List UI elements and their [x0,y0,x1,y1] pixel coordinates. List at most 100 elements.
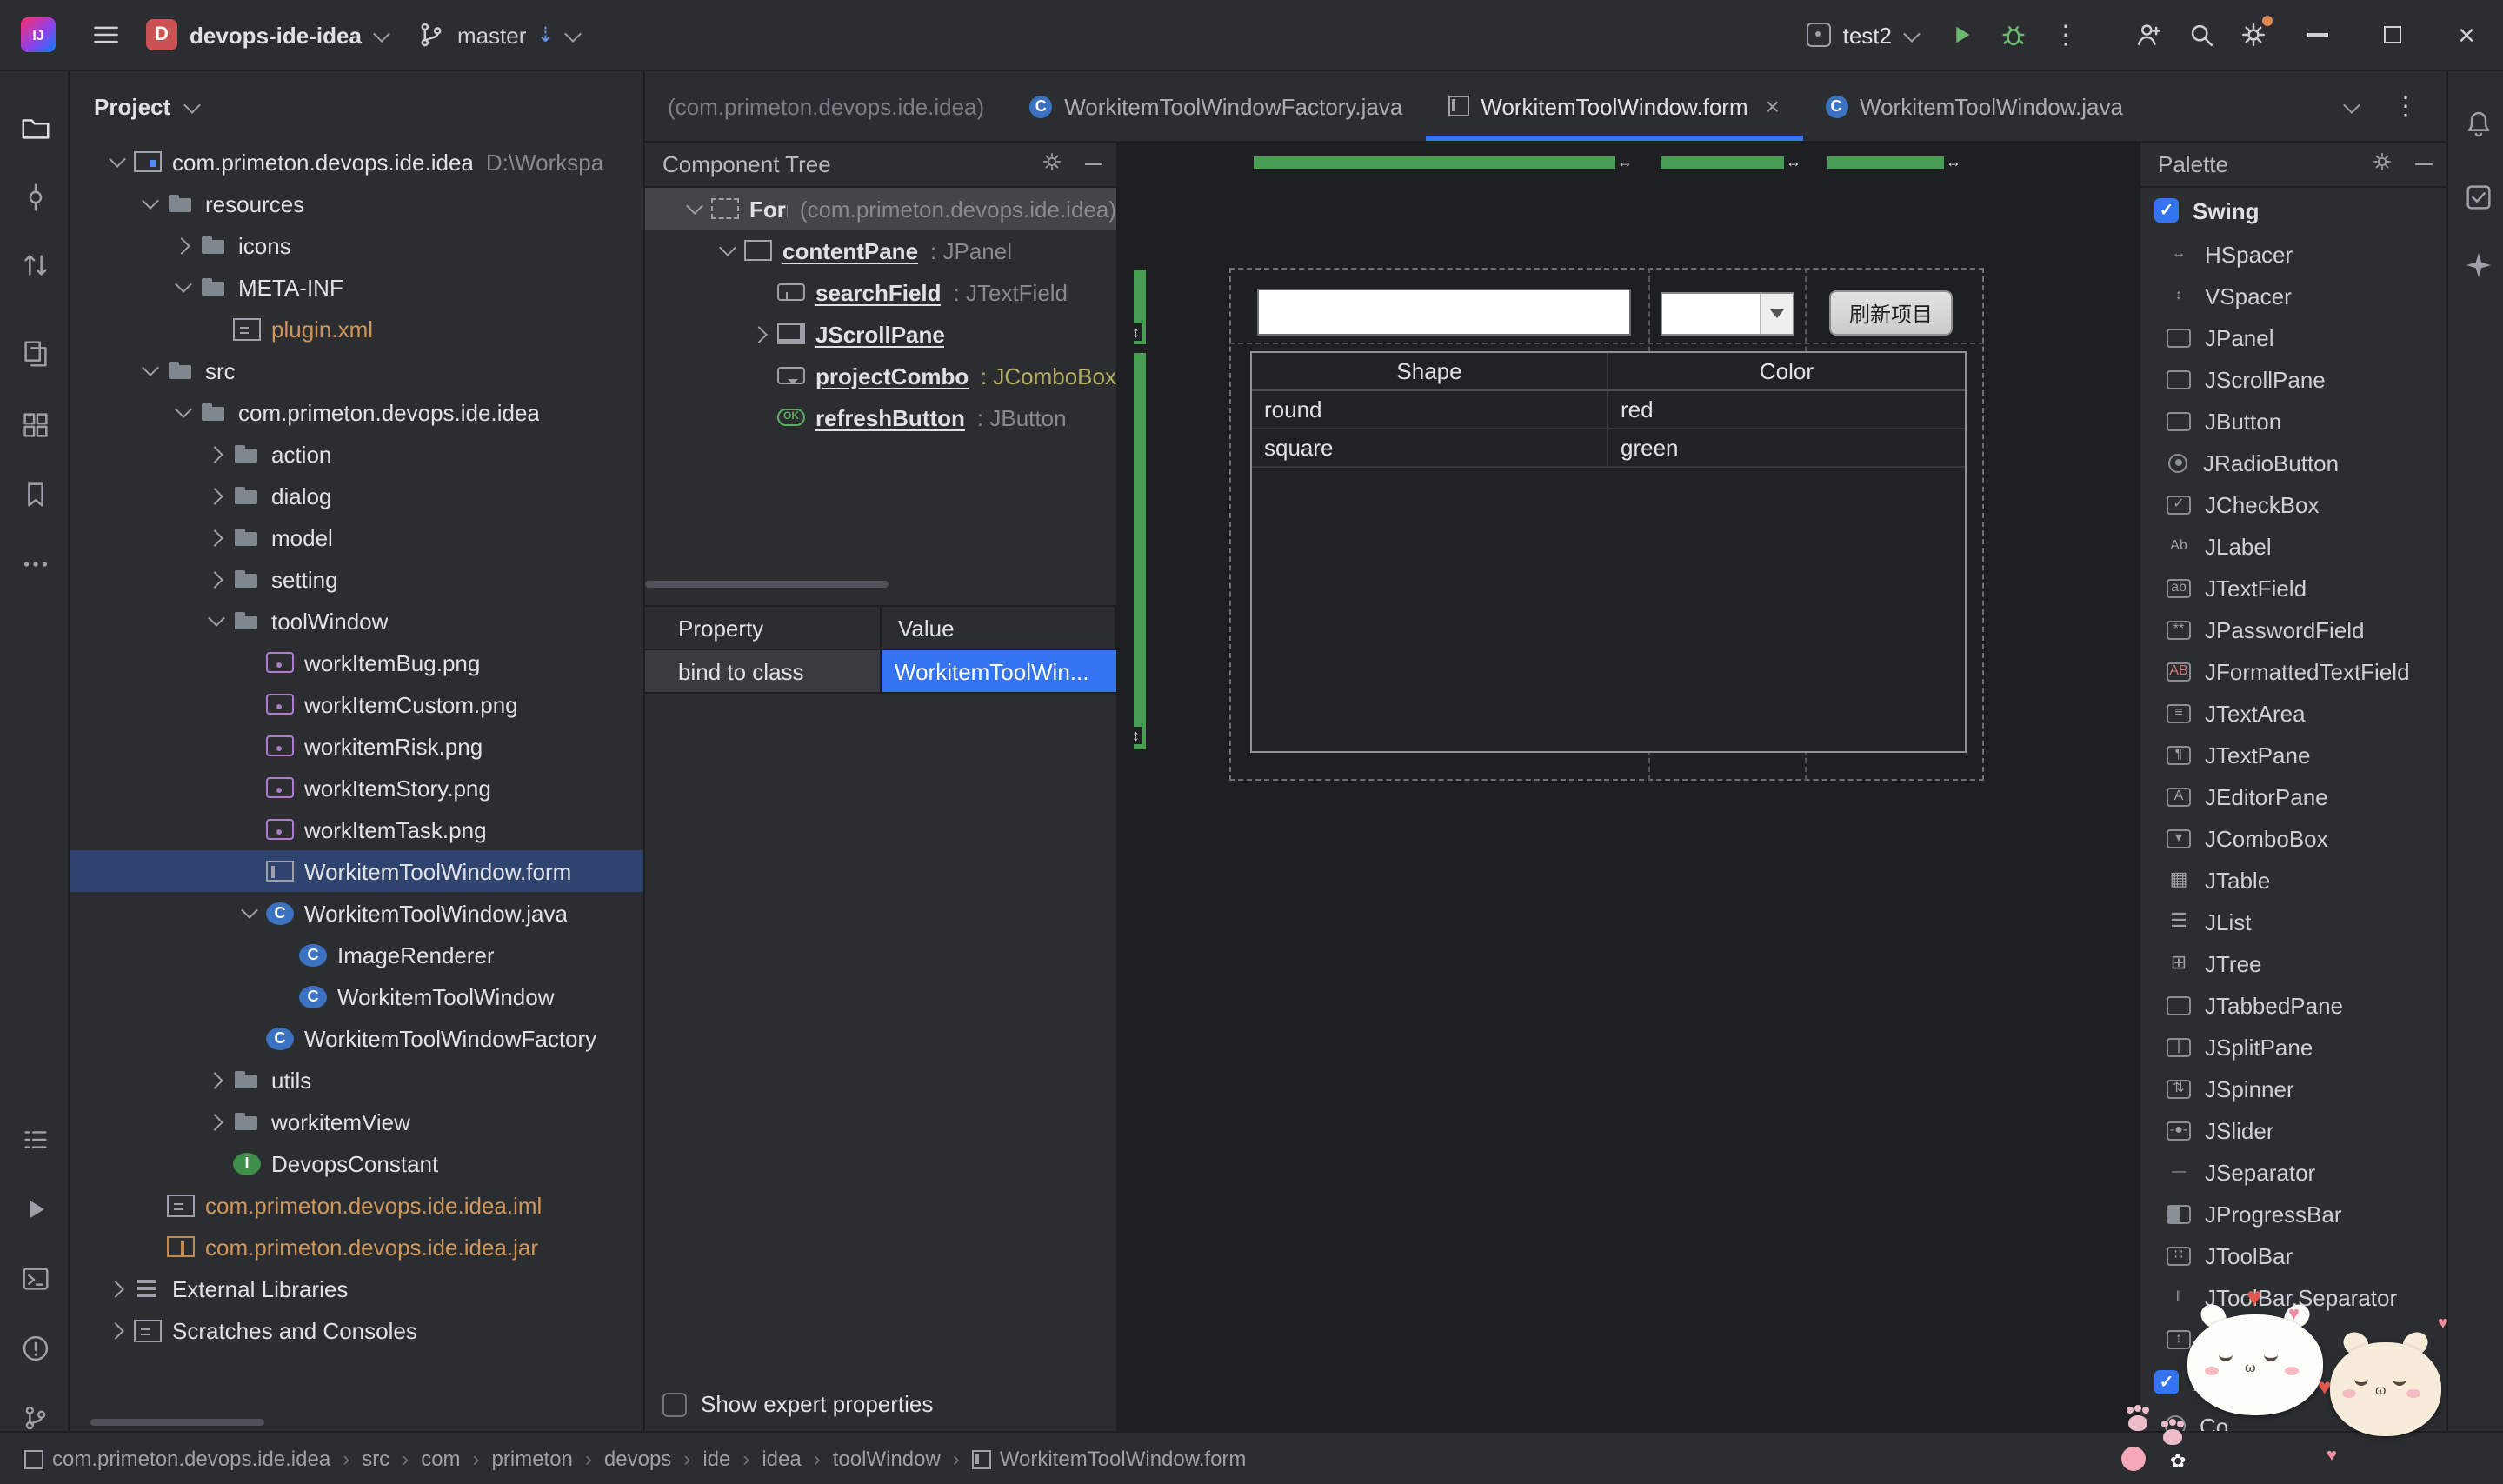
search-textfield-component[interactable] [1257,289,1631,336]
maximize-button[interactable] [2354,0,2429,70]
bookmarks-icon[interactable] [14,473,56,515]
palette-item-jbutton[interactable]: JButton [2140,400,2446,442]
breadcrumb-item[interactable]: primeton [492,1447,573,1471]
refresh-button-component[interactable]: 刷新项目 [1829,290,1953,336]
hide-panel-icon[interactable] [2415,163,2433,166]
run-config-selector[interactable]: test2 [1807,22,1918,48]
pull-requests-icon[interactable] [14,243,56,285]
palette-item-jtextpane[interactable]: ¶JTextPane [2140,734,2446,775]
packages-icon[interactable] [14,403,56,445]
palette-item-jscrollpane[interactable]: JScrollPane [2140,358,2446,400]
breadcrumb-item[interactable]: idea [762,1447,801,1471]
run-icon[interactable] [14,1188,56,1229]
palette-item-jtoolbar[interactable]: ∷JToolBar [2140,1234,2446,1276]
palette-item-jcheckbox[interactable]: ✓JCheckBox [2140,483,2446,525]
table-column-header[interactable]: Shape [1252,353,1608,389]
tree-row[interactable]: dialog [70,475,643,516]
breadcrumb-item[interactable]: devops [604,1447,671,1471]
tree-row[interactable]: com.primeton.devops.ide.ideaD:\Workspa [70,141,643,183]
palette-item-jspinner[interactable]: ⇅JSpinner [2140,1068,2446,1109]
project-selector[interactable]: D devops-ide-idea [132,9,402,61]
form-designer-canvas[interactable]: ↔ ↔ ↔ ↕ ↕ 刷新项目 ShapeColorroundredsquareg… [1118,143,2140,1431]
breadcrumb-item[interactable]: ide [702,1447,730,1471]
tree-row[interactable]: com.primeton.devops.ide.idea.iml [70,1184,643,1226]
tree-row[interactable]: WorkitemToolWindow [70,975,643,1017]
tree-row[interactable]: model [70,516,643,558]
table-row[interactable]: squaregreen [1252,429,1965,468]
tree-row[interactable]: workItemTask.png [70,809,643,850]
tree-row[interactable]: workItemBug.png [70,642,643,683]
resize-handle-icon[interactable]: ↕ [1130,727,1142,744]
palette-item-jseparator[interactable]: —JSeparator [2140,1151,2446,1193]
editor-tab[interactable]: CWorkitemToolWindow.java [1802,71,2146,141]
breadcrumb-item[interactable]: com [421,1447,460,1471]
tree-row[interactable]: utils [70,1059,643,1101]
palette-item-jpanel[interactable]: JPanel [2140,316,2446,358]
terminal-icon[interactable] [14,1257,56,1299]
editor-tab[interactable]: (com.primeton.devops.ide.idea) [645,71,1007,141]
palette-item-jtextfield[interactable]: abJTextField [2140,567,2446,609]
tree-row[interactable]: setting [70,558,643,600]
branch-selector[interactable]: master ⇣ [402,9,593,61]
editor-tab[interactable]: CWorkitemToolWindowFactory.java [1007,71,1425,141]
breadcrumb-item[interactable]: com.primeton.devops.ide.idea [24,1447,330,1471]
project-panel-header[interactable]: Project [70,71,643,141]
palette-group-swing[interactable]: ✓Swing [2140,188,2446,233]
palette-item-jeditorpane[interactable]: AJEditorPane [2140,775,2446,817]
tab-options-icon[interactable]: ⋮ [2393,90,2419,122]
palette-item-jradiobutton[interactable]: JRadioButton [2140,442,2446,483]
close-tab-icon[interactable]: × [1766,92,1780,120]
expert-properties-checkbox[interactable] [662,1392,687,1416]
resize-handle-icon[interactable]: ↔ [1784,153,1803,170]
tree-row[interactable]: src [70,349,643,391]
tree-row[interactable]: WorkitemToolWindow.java [70,892,643,934]
more-icon[interactable] [14,542,56,584]
tree-row[interactable]: WorkitemToolWindow.form [70,850,643,892]
palette-item-vspacer[interactable]: ↕VSpacer [2140,275,2446,316]
gear-icon[interactable] [2370,150,2394,179]
palette-item-jslider[interactable]: -●-JSlider [2140,1109,2446,1151]
todo-icon[interactable] [14,1118,56,1160]
hide-panel-icon[interactable] [1085,163,1102,166]
checks-icon[interactable] [2457,176,2499,217]
table-column-header[interactable]: Color [1608,353,1965,389]
ai-assistant-icon[interactable] [2457,243,2499,285]
tree-row[interactable]: META-INF [70,266,643,308]
horizontal-scrollbar[interactable] [645,581,889,588]
palette-item-jformattedtextfield[interactable]: ABJFormattedTextField [2140,650,2446,692]
palette-item-jlist[interactable]: ☰JList [2140,901,2446,942]
resize-handle-icon[interactable]: ↔ [1615,153,1634,170]
tree-row[interactable]: workItemStory.png [70,767,643,809]
palette-item-jcombobox[interactable]: ▾JComboBox [2140,817,2446,859]
palette-item-jtable[interactable]: ▦JTable [2140,859,2446,901]
tree-row[interactable]: Scratches and Consoles [70,1309,643,1351]
resize-handle-icon[interactable]: ↕ [1130,323,1142,341]
tree-row[interactable]: External Libraries [70,1268,643,1309]
tree-row[interactable]: Form(com.primeton.devops.ide.idea) [645,188,1116,230]
notifications-icon[interactable] [2457,103,2499,144]
palette-item-jtree[interactable]: ⊞JTree [2140,942,2446,984]
tree-row[interactable]: workitemRisk.png [70,725,643,767]
tree-row[interactable]: com.primeton.devops.ide.idea.jar [70,1226,643,1268]
minimize-button[interactable] [2280,0,2354,70]
project-combobox-component[interactable] [1661,292,1794,336]
problems-icon[interactable] [14,1327,56,1368]
tree-row[interactable]: resources [70,183,643,224]
tree-row[interactable]: workitemView [70,1101,643,1142]
tree-row[interactable]: com.primeton.devops.ide.idea [70,391,643,433]
tree-row[interactable]: contentPane: JPanel [645,230,1116,271]
breadcrumb-item[interactable]: toolWindow [833,1447,941,1471]
tree-row[interactable]: toolWindow [70,600,643,642]
tree-row[interactable]: action [70,433,643,475]
close-button[interactable]: × [2429,0,2503,70]
tree-row[interactable]: projectCombo: JComboBox [645,355,1116,396]
property-value-cell[interactable]: WorkitemToolWin... [881,650,1116,692]
tree-row[interactable]: JScrollPane [645,313,1116,355]
tree-row[interactable]: WorkitemToolWindowFactory [70,1017,643,1059]
palette-item-jlabel[interactable]: AbJLabel [2140,525,2446,567]
resize-handle-icon[interactable]: ↔ [1944,153,1963,170]
search-icon[interactable] [2175,9,2227,61]
tree-row[interactable]: refreshButton: JButton [645,396,1116,438]
palette-item-jtabbedpane[interactable]: JTabbedPane [2140,984,2446,1026]
table-row[interactable]: roundred [1252,391,1965,429]
